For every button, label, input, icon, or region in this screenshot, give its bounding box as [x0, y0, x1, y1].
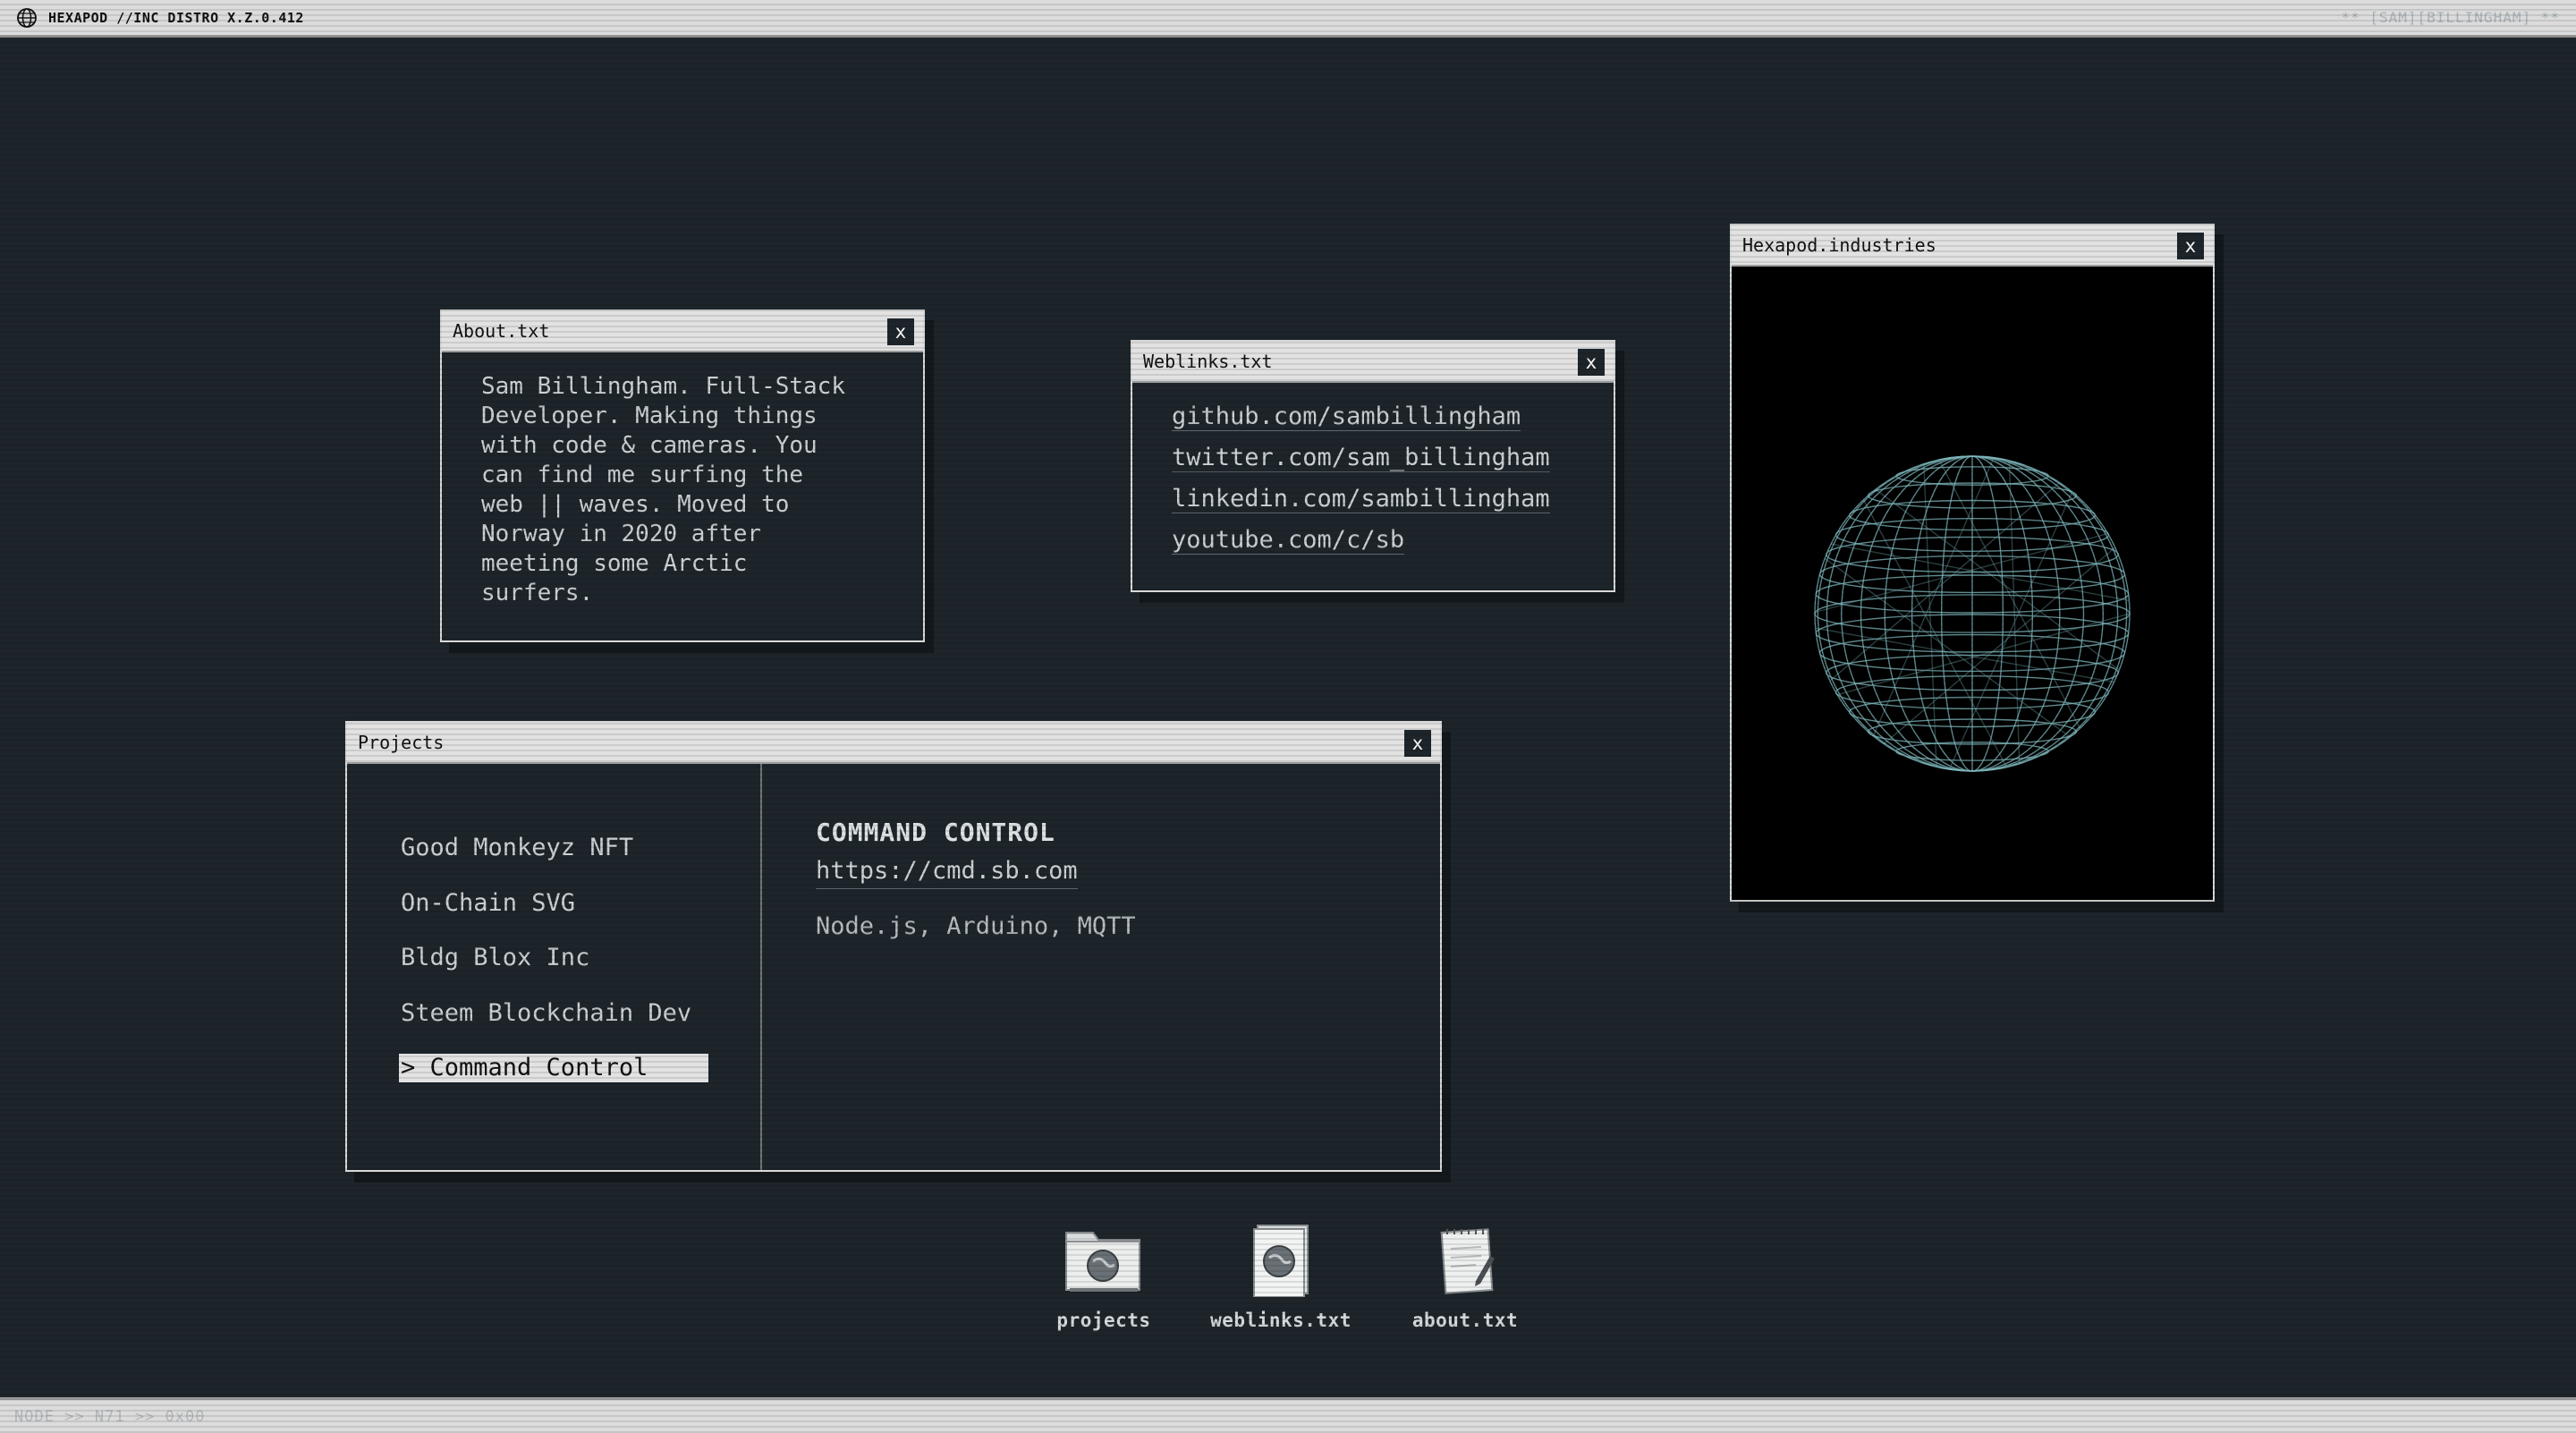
project-item-bldg-blox[interactable]: Bldg Blox Inc: [399, 944, 591, 972]
project-item-command-control[interactable]: > Command Control: [399, 1054, 708, 1082]
os-title: HEXAPOD //INC DISTRO X.Z.0.412: [48, 9, 304, 26]
desktop-icon-weblinks-label: weblinks.txt: [1210, 1310, 1352, 1331]
node-status: NODE >> N71 >> 0x00: [14, 1407, 206, 1426]
desktop-icon-projects-label: projects: [1056, 1310, 1151, 1331]
project-item-on-chain-svg[interactable]: On-Chain SVG: [399, 889, 577, 918]
hexapod-window[interactable]: Hexapod.industries x: [1730, 224, 2215, 902]
project-item-good-monkeyz[interactable]: Good Monkeyz NFT: [399, 834, 635, 862]
about-text: Sam Billingham. Full-Stack Developer. Ma…: [481, 373, 845, 606]
twitter-link[interactable]: twitter.com/sam_billingham: [1172, 444, 1550, 472]
user-label: ** [SAM][BILLINGHAM] **: [2341, 9, 2560, 26]
youtube-link[interactable]: youtube.com/c/sb: [1172, 526, 1405, 555]
notepad-icon: [1440, 1228, 1495, 1294]
about-window[interactable]: About.txt x Sam Billingham. Full-Stack D…: [440, 309, 925, 642]
project-heading: COMMAND CONTROL: [816, 818, 1055, 847]
status-bar: NODE >> N71 >> 0x00: [0, 1397, 2576, 1433]
globe-icon[interactable]: [16, 7, 38, 29]
weblinks-close-button[interactable]: x: [1578, 349, 1605, 376]
linkedin-link[interactable]: linkedin.com/sambillingham: [1172, 485, 1550, 513]
about-titlebar[interactable]: About.txt x: [442, 311, 923, 352]
desktop-icon-projects[interactable]: projects: [1032, 1222, 1175, 1331]
project-item-steem[interactable]: Steem Blockchain Dev: [399, 999, 693, 1028]
folder-globe-icon: [1065, 1232, 1140, 1292]
menu-bar: HEXAPOD //INC DISTRO X.Z.0.412 ** [SAM][…: [0, 0, 2576, 38]
project-url-link[interactable]: https://cmd.sb.com: [816, 857, 1078, 889]
weblinks-titlebar[interactable]: Weblinks.txt x: [1132, 342, 1614, 383]
projects-titlebar[interactable]: Projects x: [347, 723, 1440, 764]
wireframe-sphere: [1814, 455, 2131, 772]
document-globe-icon: [1253, 1225, 1309, 1297]
weblinks-list: github.com/sambillingham twitter.com/sam…: [1132, 383, 1614, 555]
desktop-icon-about[interactable]: about.txt: [1394, 1222, 1537, 1331]
project-stack: Node.js, Arduino, MQTT: [816, 912, 1136, 940]
weblinks-window[interactable]: Weblinks.txt x github.com/sambillingham …: [1131, 340, 1615, 592]
desktop-icon-about-label: about.txt: [1411, 1310, 1519, 1331]
hexapod-titlebar[interactable]: Hexapod.industries x: [1732, 225, 2213, 267]
desktop-icon-weblinks[interactable]: weblinks.txt: [1209, 1222, 1352, 1331]
github-link[interactable]: github.com/sambillingham: [1172, 403, 1521, 431]
sphere-canvas[interactable]: [1732, 267, 2213, 900]
project-list: Good Monkeyz NFT On-Chain SVG Bldg Blox …: [347, 764, 762, 1170]
projects-window-title: Projects: [358, 732, 445, 753]
hexapod-close-button[interactable]: x: [2177, 233, 2204, 259]
projects-window[interactable]: Projects x Good Monkeyz NFT On-Chain SVG…: [345, 721, 1442, 1172]
about-window-title: About.txt: [453, 320, 550, 342]
about-close-button[interactable]: x: [887, 318, 914, 345]
weblinks-window-title: Weblinks.txt: [1143, 351, 1273, 372]
hexapod-window-title: Hexapod.industries: [1742, 234, 1936, 256]
projects-close-button[interactable]: x: [1404, 730, 1431, 757]
